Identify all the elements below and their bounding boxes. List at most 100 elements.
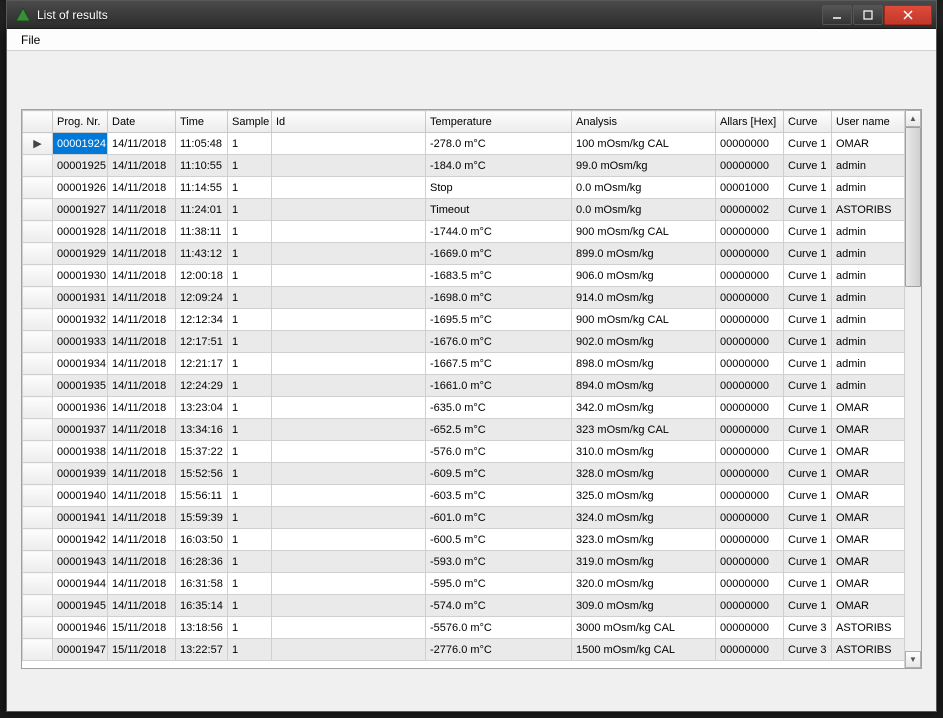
cell-prog[interactable]: 00001936 xyxy=(53,397,108,419)
cell-curve[interactable]: Curve 1 xyxy=(784,375,832,397)
cell-allars[interactable]: 00000000 xyxy=(716,353,784,375)
cell-allars[interactable]: 00000000 xyxy=(716,639,784,661)
cell-prog[interactable]: 00001939 xyxy=(53,463,108,485)
cell-temp[interactable]: -5576.0 m°C xyxy=(426,617,572,639)
cell-user[interactable]: admin xyxy=(832,309,905,331)
cell-sample[interactable]: 1 xyxy=(228,551,272,573)
cell-temp[interactable]: -1667.5 m°C xyxy=(426,353,572,375)
cell-date[interactable]: 14/11/2018 xyxy=(108,199,176,221)
row-indicator[interactable] xyxy=(23,177,53,199)
cell-user[interactable]: OMAR xyxy=(832,595,905,617)
column-header-temperature[interactable]: Temperature xyxy=(426,111,572,133)
cell-temp[interactable]: -1744.0 m°C xyxy=(426,221,572,243)
column-header-allars[interactable]: Allars [Hex] xyxy=(716,111,784,133)
column-header-analysis[interactable]: Analysis xyxy=(572,111,716,133)
scroll-down-icon[interactable]: ▼ xyxy=(905,651,921,668)
cell-curve[interactable]: Curve 1 xyxy=(784,265,832,287)
cell-analysis[interactable]: 902.0 mOsm/kg xyxy=(572,331,716,353)
cell-user[interactable]: admin xyxy=(832,243,905,265)
cell-curve[interactable]: Curve 1 xyxy=(784,419,832,441)
cell-time[interactable]: 13:23:04 xyxy=(176,397,228,419)
cell-temp[interactable]: -1698.0 m°C xyxy=(426,287,572,309)
cell-time[interactable]: 16:35:14 xyxy=(176,595,228,617)
column-header-prog[interactable]: Prog. Nr. xyxy=(53,111,108,133)
cell-user[interactable]: admin xyxy=(832,221,905,243)
cell-user[interactable]: OMAR xyxy=(832,419,905,441)
cell-temp[interactable]: -603.5 m°C xyxy=(426,485,572,507)
cell-id[interactable] xyxy=(272,243,426,265)
cell-time[interactable]: 12:09:24 xyxy=(176,287,228,309)
column-header-time[interactable]: Time xyxy=(176,111,228,133)
cell-sample[interactable]: 1 xyxy=(228,595,272,617)
cell-date[interactable]: 14/11/2018 xyxy=(108,265,176,287)
cell-date[interactable]: 14/11/2018 xyxy=(108,353,176,375)
cell-time[interactable]: 15:52:56 xyxy=(176,463,228,485)
cell-sample[interactable]: 1 xyxy=(228,397,272,419)
cell-curve[interactable]: Curve 1 xyxy=(784,485,832,507)
cell-id[interactable] xyxy=(272,397,426,419)
cell-curve[interactable]: Curve 3 xyxy=(784,639,832,661)
column-header-sample[interactable]: Sample xyxy=(228,111,272,133)
cell-sample[interactable]: 1 xyxy=(228,331,272,353)
cell-id[interactable] xyxy=(272,309,426,331)
cell-temp[interactable]: -278.0 m°C xyxy=(426,133,572,155)
row-indicator[interactable] xyxy=(23,529,53,551)
cell-temp[interactable]: -1676.0 m°C xyxy=(426,331,572,353)
table-row[interactable]: 0000194514/11/201816:35:141-574.0 m°C309… xyxy=(23,595,905,617)
cell-user[interactable]: ASTORIBS xyxy=(832,617,905,639)
cell-temp[interactable]: -595.0 m°C xyxy=(426,573,572,595)
cell-prog[interactable]: 00001945 xyxy=(53,595,108,617)
cell-time[interactable]: 12:12:34 xyxy=(176,309,228,331)
cell-curve[interactable]: Curve 1 xyxy=(784,287,832,309)
cell-prog[interactable]: 00001938 xyxy=(53,441,108,463)
column-header-username[interactable]: User name xyxy=(832,111,905,133)
cell-sample[interactable]: 1 xyxy=(228,529,272,551)
cell-user[interactable]: OMAR xyxy=(832,573,905,595)
cell-user[interactable]: OMAR xyxy=(832,463,905,485)
cell-allars[interactable]: 00000000 xyxy=(716,309,784,331)
cell-sample[interactable]: 1 xyxy=(228,243,272,265)
titlebar[interactable]: List of results xyxy=(7,1,936,29)
cell-id[interactable] xyxy=(272,265,426,287)
cell-user[interactable]: admin xyxy=(832,177,905,199)
cell-id[interactable] xyxy=(272,551,426,573)
cell-allars[interactable]: 00000000 xyxy=(716,287,784,309)
cell-curve[interactable]: Curve 1 xyxy=(784,309,832,331)
table-row[interactable]: 0000193314/11/201812:17:511-1676.0 m°C90… xyxy=(23,331,905,353)
cell-allars[interactable]: 00000000 xyxy=(716,573,784,595)
cell-curve[interactable]: Curve 1 xyxy=(784,463,832,485)
cell-prog[interactable]: 00001924 xyxy=(53,133,108,155)
cell-analysis[interactable]: 99.0 mOsm/kg xyxy=(572,155,716,177)
cell-prog[interactable]: 00001930 xyxy=(53,265,108,287)
cell-date[interactable]: 15/11/2018 xyxy=(108,617,176,639)
cell-time[interactable]: 12:21:17 xyxy=(176,353,228,375)
cell-date[interactable]: 14/11/2018 xyxy=(108,441,176,463)
cell-date[interactable]: 14/11/2018 xyxy=(108,529,176,551)
cell-sample[interactable]: 1 xyxy=(228,463,272,485)
results-table[interactable]: Prog. Nr. Date Time Sample Id Temperatur… xyxy=(22,110,904,661)
row-indicator[interactable] xyxy=(23,639,53,661)
cell-sample[interactable]: 1 xyxy=(228,617,272,639)
menu-file[interactable]: File xyxy=(13,31,48,49)
cell-allars[interactable]: 00000000 xyxy=(716,375,784,397)
scroll-thumb[interactable] xyxy=(905,127,921,287)
cell-date[interactable]: 14/11/2018 xyxy=(108,573,176,595)
cell-allars[interactable]: 00000000 xyxy=(716,595,784,617)
cell-analysis[interactable]: 319.0 mOsm/kg xyxy=(572,551,716,573)
cell-id[interactable] xyxy=(272,287,426,309)
cell-analysis[interactable]: 323.0 mOsm/kg xyxy=(572,529,716,551)
cell-time[interactable]: 12:00:18 xyxy=(176,265,228,287)
cell-id[interactable] xyxy=(272,507,426,529)
row-indicator[interactable]: ▶ xyxy=(23,133,53,155)
cell-curve[interactable]: Curve 1 xyxy=(784,243,832,265)
table-row[interactable]: 0000193514/11/201812:24:291-1661.0 m°C89… xyxy=(23,375,905,397)
cell-temp[interactable]: -593.0 m°C xyxy=(426,551,572,573)
cell-id[interactable] xyxy=(272,221,426,243)
cell-allars[interactable]: 00000000 xyxy=(716,507,784,529)
cell-sample[interactable]: 1 xyxy=(228,507,272,529)
cell-prog[interactable]: 00001926 xyxy=(53,177,108,199)
cell-id[interactable] xyxy=(272,419,426,441)
cell-analysis[interactable]: 320.0 mOsm/kg xyxy=(572,573,716,595)
cell-date[interactable]: 14/11/2018 xyxy=(108,507,176,529)
cell-date[interactable]: 14/11/2018 xyxy=(108,595,176,617)
